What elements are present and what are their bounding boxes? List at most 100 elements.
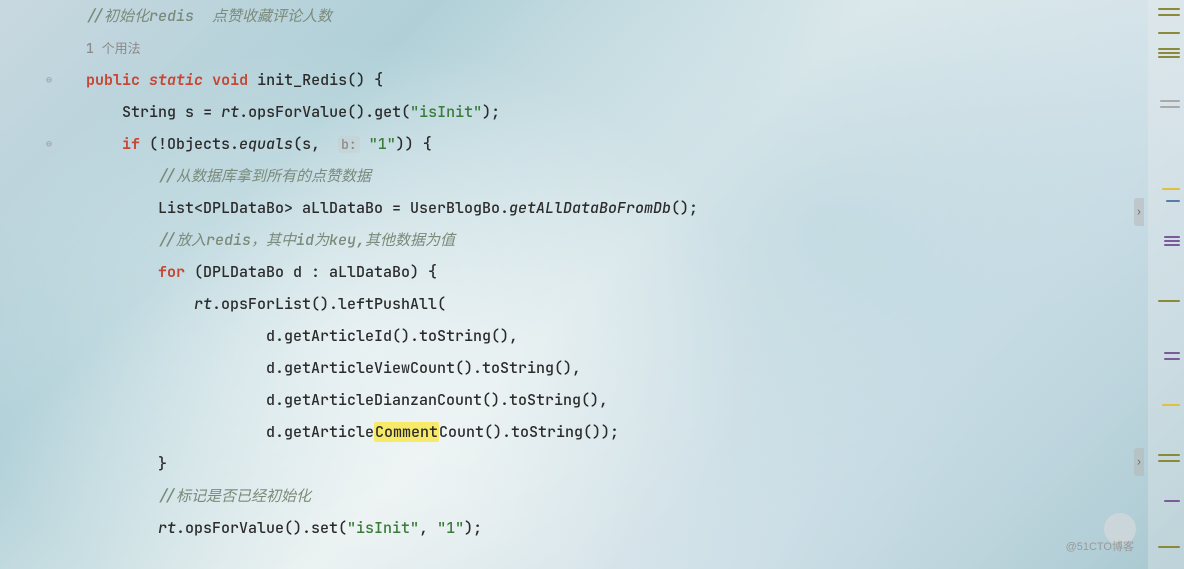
- code-line[interactable]: rt.opsForValue().set("isInit", "1");: [86, 512, 1148, 544]
- code-area[interactable]: //初始化redis 点赞收藏评论人数 1 个用法 public static …: [60, 0, 1148, 569]
- gutter-row: [0, 192, 60, 224]
- code-line[interactable]: d.getArticleId().toString(),: [86, 320, 1148, 352]
- watermark-text: @51CTO博客: [1066, 531, 1134, 563]
- string-literal: "1": [369, 134, 396, 154]
- push-arg-pre: d.getArticle: [266, 422, 374, 442]
- code-line[interactable]: String s = rt.opsForValue().get("isInit"…: [86, 96, 1148, 128]
- type-string: String: [122, 102, 176, 122]
- minimap-marker[interactable]: [1158, 460, 1180, 462]
- code-line[interactable]: d.getArticleViewCount().toString(),: [86, 352, 1148, 384]
- minimap-marker[interactable]: [1164, 240, 1180, 242]
- push-arg: d.getArticleDianzanCount().toString(),: [266, 390, 608, 410]
- string-literal: "1": [437, 518, 464, 538]
- minimap-marker[interactable]: [1164, 358, 1180, 360]
- minimap-marker[interactable]: [1158, 32, 1180, 34]
- side-handle[interactable]: ›: [1134, 198, 1144, 226]
- keyword-static: static: [149, 70, 203, 90]
- minimap-marker[interactable]: [1160, 106, 1180, 108]
- minimap-marker[interactable]: [1158, 546, 1180, 548]
- gutter-row: [0, 32, 60, 64]
- search-highlight: Comment: [374, 422, 439, 442]
- minimap[interactable]: [1148, 0, 1184, 569]
- code-line[interactable]: //初始化redis 点赞收藏评论人数: [86, 0, 1148, 32]
- push-call: .opsForList().leftPushAll(: [212, 294, 446, 314]
- list-decl: List<DPLDataBo> aLlDataBo = UserBlogBo.: [158, 198, 509, 218]
- minimap-marker[interactable]: [1162, 404, 1180, 406]
- minimap-marker[interactable]: [1158, 454, 1180, 456]
- fold-icon[interactable]: ⊖: [46, 64, 52, 96]
- field-rt: rt: [194, 294, 212, 314]
- push-arg: d.getArticleViewCount().toString(),: [266, 358, 581, 378]
- code-line[interactable]: 1 个用法: [86, 32, 1148, 64]
- gutter-row: [0, 96, 60, 128]
- eq: =: [194, 102, 221, 122]
- minimap-marker[interactable]: [1158, 8, 1180, 10]
- minimap-marker[interactable]: [1164, 236, 1180, 238]
- code-line[interactable]: }: [86, 448, 1148, 480]
- minimap-marker[interactable]: [1166, 200, 1180, 202]
- gutter-row: [0, 0, 60, 32]
- minimap-marker[interactable]: [1158, 300, 1180, 302]
- gutter-row: [0, 256, 60, 288]
- param-hint: b:: [338, 136, 360, 153]
- if-close: )) {: [396, 134, 432, 154]
- gutter-row: [0, 160, 60, 192]
- comment: //放入redis，其中id为key,其他数据为值: [158, 230, 455, 250]
- minimap-marker[interactable]: [1158, 48, 1180, 50]
- minimap-marker[interactable]: [1164, 352, 1180, 354]
- gutter-row[interactable]: ⊖: [0, 128, 60, 160]
- comma: ,: [419, 518, 437, 538]
- comment: //从数据库拿到所有的点赞数据: [158, 166, 371, 186]
- var-s: s: [185, 102, 194, 122]
- fold-icon[interactable]: ⊖: [46, 128, 52, 160]
- static-method: getALlDataBoFromDb: [509, 198, 671, 218]
- code-line[interactable]: d.getArticleDianzanCount().toString(),: [86, 384, 1148, 416]
- gutter-row[interactable]: ⊖: [0, 64, 60, 96]
- minimap-marker[interactable]: [1164, 244, 1180, 246]
- comment: //初始化redis 点赞收藏评论人数: [86, 6, 332, 26]
- gutter-row: [0, 448, 60, 480]
- code-line[interactable]: //从数据库拿到所有的点赞数据: [86, 160, 1148, 192]
- paren-brace: () {: [347, 70, 383, 90]
- comment: //标记是否已经初始化: [158, 486, 311, 506]
- code-line[interactable]: //放入redis，其中id为key,其他数据为值: [86, 224, 1148, 256]
- gutter-row: [0, 352, 60, 384]
- minimap-marker[interactable]: [1164, 500, 1180, 502]
- gutter-row: [0, 416, 60, 448]
- usage-hint[interactable]: 1 个用法: [86, 40, 141, 57]
- gutter-row: [0, 384, 60, 416]
- minimap-marker[interactable]: [1162, 188, 1180, 190]
- gutter-row: [0, 320, 60, 352]
- keyword-void: void: [212, 70, 248, 90]
- code-line[interactable]: //标记是否已经初始化: [86, 480, 1148, 512]
- minimap-marker[interactable]: [1160, 100, 1180, 102]
- minimap-marker[interactable]: [1158, 56, 1180, 58]
- close: );: [464, 518, 482, 538]
- call: .opsForValue().get(: [239, 102, 410, 122]
- minimap-marker[interactable]: [1158, 14, 1180, 16]
- static-equals: equals: [239, 134, 293, 154]
- code-line[interactable]: List<DPLDataBo> aLlDataBo = UserBlogBo.g…: [86, 192, 1148, 224]
- chevron-right-icon: ›: [1136, 196, 1142, 228]
- string-literal: "isInit": [410, 102, 482, 122]
- close: );: [482, 102, 500, 122]
- code-line[interactable]: public static void init_Redis() {: [86, 64, 1148, 96]
- field-rt: rt: [158, 518, 176, 538]
- code-line[interactable]: for (DPLDataBo d : aLlDataBo) {: [86, 256, 1148, 288]
- code-line[interactable]: if (!Objects.equals(s, b: "1")) {: [86, 128, 1148, 160]
- gutter: ⊖ ⊖: [0, 0, 60, 569]
- code-line[interactable]: d.getArticleCommentCount().toString());: [86, 416, 1148, 448]
- chevron-right-icon: ›: [1136, 446, 1142, 478]
- gutter-row: [0, 224, 60, 256]
- minimap-marker[interactable]: [1158, 52, 1180, 54]
- close: ();: [671, 198, 698, 218]
- keyword-public: public: [86, 70, 140, 90]
- side-handle[interactable]: ›: [1134, 448, 1144, 476]
- if-open: (!Objects.: [140, 134, 239, 154]
- set-call: .opsForValue().set(: [176, 518, 347, 538]
- field-rt: rt: [221, 102, 239, 122]
- gutter-row: [0, 480, 60, 512]
- code-line[interactable]: rt.opsForList().leftPushAll(: [86, 288, 1148, 320]
- for-open: (DPLDataBo d : aLlDataBo) {: [185, 262, 437, 282]
- method-name: init_Redis: [257, 70, 347, 90]
